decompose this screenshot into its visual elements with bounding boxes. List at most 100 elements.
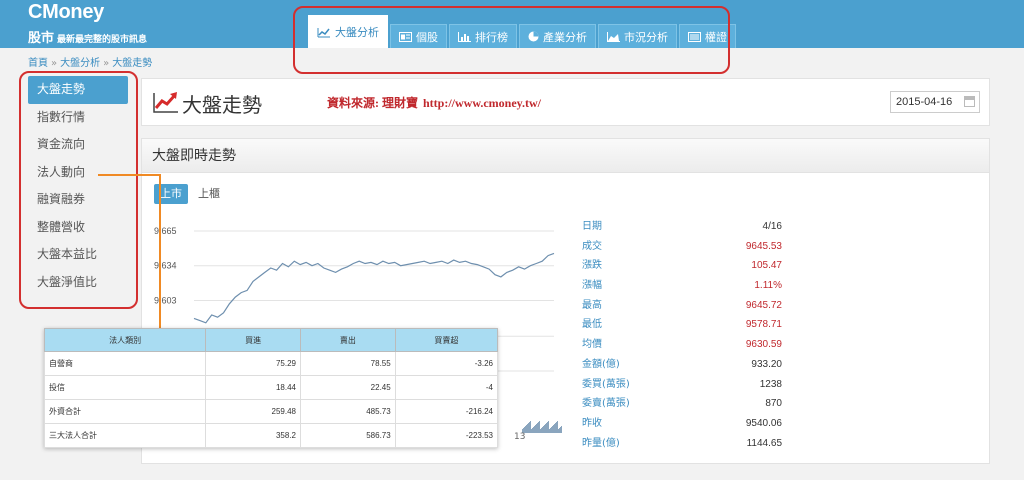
table-row: 外資合計 259.48 485.73 -216.24 xyxy=(43,399,499,424)
brand-tagline: 股市 最新最完整的股市訊息 xyxy=(28,27,147,46)
breadcrumb-separator: » xyxy=(103,58,110,69)
top-nav: 大盤分析 個股 排行榜 產業分析 市況分析 權證 xyxy=(308,14,738,48)
column-header: 賣出 xyxy=(300,328,396,352)
volume-bar xyxy=(547,422,548,433)
volume-bar xyxy=(552,426,553,433)
stat-label: 昨收 xyxy=(582,417,602,429)
stat-row: 最低 9578.71 xyxy=(582,315,782,335)
amount-cell: 586.73 xyxy=(300,423,396,448)
stat-row: 最高 9645.72 xyxy=(582,296,782,316)
volume-bar xyxy=(528,423,529,433)
stat-row: 昨量(億) 1144.65 xyxy=(582,434,782,454)
stat-value: 4/16 xyxy=(762,221,782,232)
institution-name-cell: 三大法人合計 xyxy=(43,423,207,448)
quote-stats: 日期 4/16 成交 9645.53 漲跌 105.47 漲幅 1.11% 最高 9645.72 最… xyxy=(582,217,782,453)
volume-bar xyxy=(538,422,539,433)
stat-label: 日期 xyxy=(582,221,602,232)
volume-bar xyxy=(560,427,561,433)
volume-bar xyxy=(539,421,540,433)
institution-name-cell: 外資合計 xyxy=(43,399,207,424)
tab-otc[interactable]: 上櫃 xyxy=(192,184,226,204)
volume-bar xyxy=(559,428,560,433)
pie-chart-icon xyxy=(528,31,539,42)
volume-bar xyxy=(557,421,558,433)
breadcrumb: 首頁» 大盤分析» 大盤走勢 xyxy=(28,54,152,69)
column-header: 法人類別 xyxy=(43,328,207,352)
site-header: CMoney 股市 最新最完整的股市訊息 大盤分析 個股 排行榜 產業分析 市況分… xyxy=(0,0,1024,48)
volume-bar xyxy=(553,425,554,433)
volume-bar xyxy=(548,421,549,433)
amount-cell: 75.29 xyxy=(205,351,301,376)
volume-bar xyxy=(550,428,551,433)
volume-bar xyxy=(526,425,527,433)
stat-row: 昨收 9540.06 xyxy=(582,414,782,434)
stat-row: 日期 4/16 xyxy=(582,217,782,237)
volume-bar xyxy=(537,423,538,433)
stat-value: 1238 xyxy=(759,378,782,390)
stat-label: 金額(億) xyxy=(582,358,620,370)
date-value: 2015-04-16 xyxy=(896,96,953,108)
brand-tagline-text: 最新最完整的股市訊息 xyxy=(57,35,148,45)
date-picker[interactable]: 2015-04-16 xyxy=(890,91,980,113)
tab-market-conditions[interactable]: 市況分析 xyxy=(598,24,677,48)
amount-cell: 485.73 xyxy=(300,399,396,424)
amount-cell: -223.53 xyxy=(394,423,499,448)
stat-label: 漲跌 xyxy=(582,260,602,272)
stat-row: 漲跌 105.47 xyxy=(582,256,782,276)
brand-logo[interactable]: CMoney xyxy=(28,1,104,24)
stat-row: 成交 9645.53 xyxy=(582,237,782,257)
sidebar-item-index-quotes[interactable]: 指數行情 xyxy=(28,104,128,132)
stat-value: 9540.06 xyxy=(745,417,782,429)
amount-cell: -4 xyxy=(394,375,499,400)
sidebar-item-market-trend[interactable]: 大盤走勢 xyxy=(28,76,128,104)
volume-bar xyxy=(540,429,541,433)
volume-bar xyxy=(549,429,550,433)
tab-label: 大盤分析 xyxy=(335,26,379,39)
stat-label: 均價 xyxy=(582,339,602,351)
stat-row: 委賣(萬張) 870 xyxy=(582,394,782,414)
card-icon xyxy=(399,31,412,42)
breadcrumb-current[interactable]: 大盤走勢 xyxy=(112,58,152,69)
volume-bar xyxy=(546,423,547,433)
volume-bar xyxy=(555,423,556,433)
tab-label: 個股 xyxy=(416,30,438,44)
tab-industry[interactable]: 產業分析 xyxy=(519,24,596,48)
amount-cell: -216.24 xyxy=(394,399,499,424)
amount-cell: 22.45 xyxy=(300,375,396,400)
tab-label: 產業分析 xyxy=(543,30,587,44)
table-row: 投信 18.44 22.45 -4 xyxy=(43,375,499,400)
bar-chart-icon xyxy=(458,31,471,42)
area-chart-icon xyxy=(607,31,620,42)
index-series-line xyxy=(193,252,555,324)
institution-name-cell: 投信 xyxy=(43,375,207,400)
volume-bar xyxy=(532,428,533,433)
stat-value: 9645.53 xyxy=(745,240,782,252)
sidebar-item-fund-flow[interactable]: 資金流向 xyxy=(28,131,128,159)
amount-cell: 259.48 xyxy=(205,399,301,424)
tab-stocks[interactable]: 個股 xyxy=(390,24,447,48)
stat-value: 105.47 xyxy=(751,260,782,272)
amount-cell: 18.44 xyxy=(205,375,301,400)
stat-row: 委買(萬張) 1238 xyxy=(582,375,782,395)
volume-bar xyxy=(541,428,542,433)
breadcrumb-home[interactable]: 首頁 xyxy=(28,58,48,69)
stat-label: 委買(萬張) xyxy=(582,378,630,390)
institutional-trading-table: 法人類別 買進 賣出 買賣超 自營商 75.29 78.55 -3.26 投信 18.44… xyxy=(43,328,499,448)
stat-value: 870 xyxy=(765,398,782,410)
institution-name-cell: 自營商 xyxy=(43,351,207,376)
stat-label: 委賣(萬張) xyxy=(582,398,630,410)
data-source-link[interactable]: http://www.cmoney.tw/ xyxy=(423,96,541,110)
breadcrumb-separator: » xyxy=(51,58,58,69)
calendar-icon[interactable] xyxy=(964,96,975,107)
tab-warrants[interactable]: 權證 xyxy=(679,24,736,48)
volume-bar xyxy=(529,422,530,433)
volume-bar xyxy=(561,426,562,433)
tab-market-analysis[interactable]: 大盤分析 xyxy=(308,15,388,48)
stat-value: 1144.65 xyxy=(746,437,782,449)
volume-bar xyxy=(533,427,534,433)
tab-ranking[interactable]: 排行榜 xyxy=(449,24,517,48)
panel-title: 大盤即時走勢 xyxy=(142,139,989,173)
data-source-label: 資料來源: 理財寶 xyxy=(327,96,418,110)
amount-cell: 78.55 xyxy=(300,351,396,376)
breadcrumb-market-analysis[interactable]: 大盤分析 xyxy=(60,58,100,69)
